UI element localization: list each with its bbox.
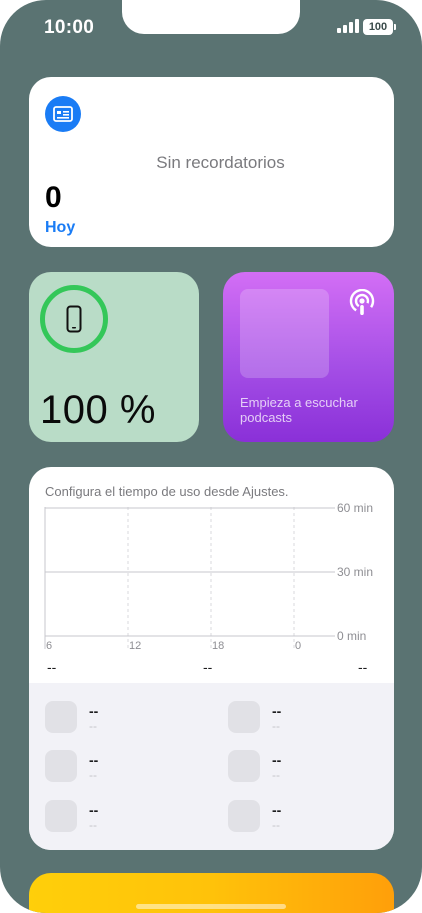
reminders-count: 0 (45, 181, 62, 214)
app-time: -- (272, 818, 280, 832)
app-icon-placeholder (45, 800, 77, 832)
y-tick-label: 30 min (337, 565, 373, 579)
reminders-widget[interactable]: Sin recordatorios 0 Hoy (29, 77, 394, 247)
app-name: -- (272, 802, 282, 818)
notch (122, 0, 300, 34)
list-item[interactable]: -- -- (228, 701, 281, 733)
list-item[interactable]: -- -- (45, 750, 98, 782)
battery-widget[interactable]: 100 % (29, 272, 199, 442)
screen-time-apps-panel: -- -- -- -- -- -- -- -- -- -- -- -- (29, 683, 394, 850)
summary-value: -- (203, 659, 213, 675)
app-icon-placeholder (45, 750, 77, 782)
summary-value: -- (358, 659, 368, 675)
list-item[interactable]: -- -- (45, 701, 98, 733)
app-name: -- (89, 802, 99, 818)
iphone-icon (66, 305, 82, 333)
battery-tip (394, 24, 396, 30)
screen-time-chart: 60 min 30 min 0 min 6 12 18 0 -- -- -- (44, 501, 373, 675)
cellular-signal-icon (337, 19, 359, 33)
podcasts-prompt: Empieza a escuchar podcasts (240, 395, 358, 425)
x-tick-label: 6 (46, 640, 52, 652)
battery-percent: 100 % (40, 388, 156, 432)
y-tick-label: 60 min (337, 501, 373, 515)
reminders-today-label: Hoy (45, 219, 76, 236)
battery-level: 100 (368, 21, 388, 33)
list-item[interactable]: -- -- (228, 800, 281, 832)
reminders-empty-text: Sin recordatorios (156, 153, 285, 172)
app-time: -- (89, 719, 97, 733)
app-time: -- (89, 768, 97, 782)
app-name: -- (89, 752, 99, 768)
battery-ring (40, 285, 108, 353)
app-name: -- (272, 703, 282, 719)
podcast-artwork-placeholder (240, 289, 329, 378)
reminders-list-icon (45, 96, 81, 132)
podcasts-icon (349, 289, 375, 315)
app-icon-placeholder (228, 800, 260, 832)
list-item[interactable]: -- -- (228, 750, 281, 782)
home-screen: 10:00 100 Sin recordatorios 0 Hoy 100 % … (0, 0, 422, 913)
app-time: -- (89, 818, 97, 832)
battery-icon: 100 (363, 19, 393, 35)
y-tick-label: 0 min (337, 629, 366, 643)
app-name: -- (272, 752, 282, 768)
status-time: 10:00 (44, 17, 95, 38)
home-indicator[interactable] (136, 904, 286, 909)
app-name: -- (89, 703, 99, 719)
podcasts-widget[interactable]: Empieza a escuchar podcasts (223, 272, 394, 442)
app-icon-placeholder (228, 750, 260, 782)
x-tick-label: 0 (295, 640, 301, 652)
app-icon-placeholder (45, 701, 77, 733)
app-time: -- (272, 768, 280, 782)
app-time: -- (272, 719, 280, 733)
list-item[interactable]: -- -- (45, 800, 98, 832)
summary-value: -- (47, 659, 57, 675)
x-tick-label: 18 (212, 640, 224, 652)
app-icon-placeholder (228, 701, 260, 733)
screen-time-widget[interactable]: Configura el tiempo de uso desde Ajustes… (29, 467, 394, 850)
x-tick-label: 12 (129, 640, 141, 652)
